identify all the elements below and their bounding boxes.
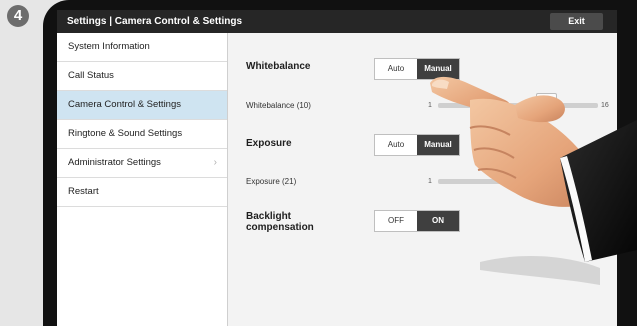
- sidebar-item-call-status[interactable]: Call Status: [57, 62, 227, 91]
- whitebalance-auto-option[interactable]: Auto: [375, 59, 417, 79]
- exposure-label: Exposure: [246, 138, 292, 149]
- exit-button[interactable]: Exit: [550, 13, 603, 30]
- step-number-badge: 4: [7, 5, 29, 27]
- whitebalance-slider-label: Whitebalance (10): [246, 101, 311, 110]
- backlight-label-line1: Backlight: [246, 211, 292, 222]
- whitebalance-slider-max: 16: [601, 102, 609, 109]
- backlight-compensation-label: Backlight compensation: [246, 211, 314, 233]
- exposure-slider-label: Exposure (21): [246, 177, 297, 186]
- exposure-manual-option[interactable]: Manual: [417, 135, 459, 155]
- exposure-toggle: Auto Manual: [374, 134, 460, 156]
- settings-sidebar: System Information Call Status Camera Co…: [57, 33, 228, 326]
- whitebalance-toggle: Auto Manual: [374, 58, 460, 80]
- exposure-auto-option[interactable]: Auto: [375, 135, 417, 155]
- whitebalance-slider-track[interactable]: [438, 103, 598, 108]
- backlight-label-line2: compensation: [246, 222, 314, 233]
- sidebar-item-restart[interactable]: Restart: [57, 178, 227, 207]
- exposure-slider-min: 1: [428, 178, 432, 185]
- whitebalance-slider-thumb[interactable]: [536, 93, 557, 116]
- whitebalance-label: Whitebalance: [246, 61, 311, 72]
- sidebar-item-administrator-settings[interactable]: Administrator Settings ›: [57, 149, 227, 178]
- backlight-off-option[interactable]: OFF: [375, 211, 417, 231]
- sidebar-item-label: Administrator Settings: [68, 157, 161, 168]
- sidebar-item-label: Ringtone & Sound Settings: [68, 128, 183, 139]
- sidebar-item-label: Call Status: [68, 70, 114, 81]
- sidebar-item-label: System Information: [68, 41, 150, 52]
- chevron-right-icon: ›: [213, 157, 217, 168]
- sidebar-item-label: Restart: [68, 186, 99, 197]
- backlight-toggle: OFF ON: [374, 210, 460, 232]
- settings-content: Whitebalance Auto Manual Whitebalance (1…: [228, 33, 617, 326]
- touch-screen: Settings | Camera Control & Settings Exi…: [57, 10, 617, 326]
- sidebar-item-camera-control[interactable]: Camera Control & Settings: [57, 91, 227, 120]
- sidebar-item-system-information[interactable]: System Information: [57, 33, 227, 62]
- title-bar: Settings | Camera Control & Settings Exi…: [57, 10, 617, 33]
- whitebalance-manual-option[interactable]: Manual: [417, 59, 459, 79]
- backlight-on-option[interactable]: ON: [417, 211, 459, 231]
- exposure-slider-track[interactable]: [438, 179, 598, 184]
- sidebar-item-ringtone-sound[interactable]: Ringtone & Sound Settings: [57, 120, 227, 149]
- sidebar-item-label: Camera Control & Settings: [68, 99, 181, 110]
- whitebalance-slider-min: 1: [428, 102, 432, 109]
- breadcrumb-title: Settings | Camera Control & Settings: [67, 16, 243, 27]
